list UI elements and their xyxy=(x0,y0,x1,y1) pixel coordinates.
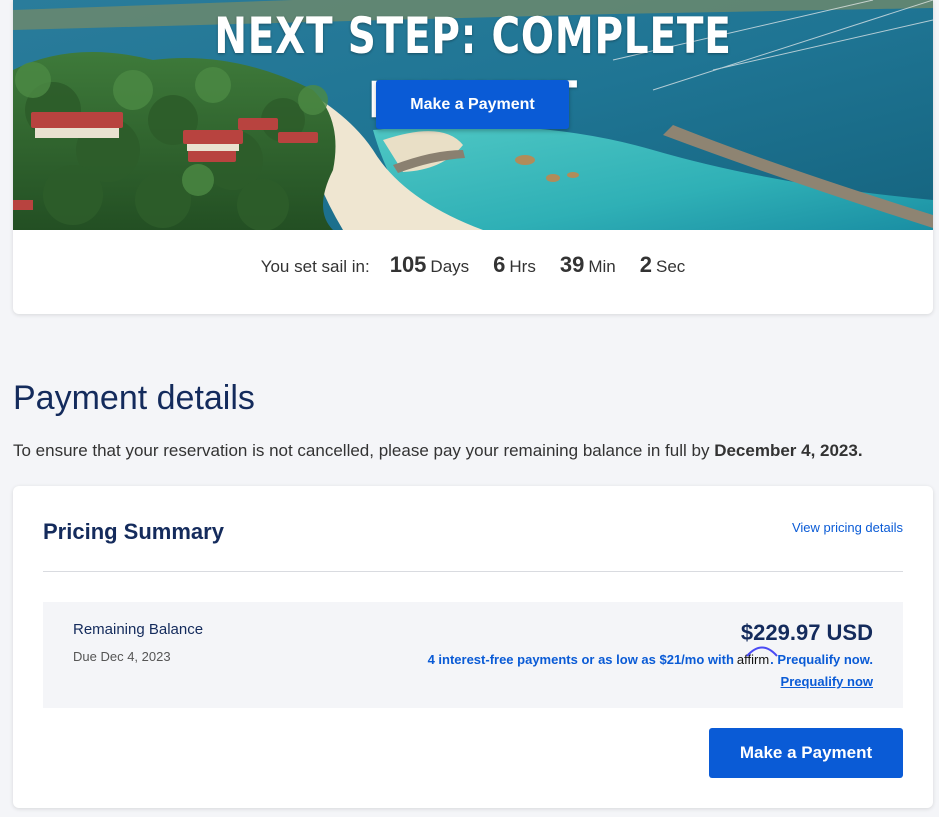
remaining-balance-label: Remaining Balance xyxy=(73,621,204,638)
countdown-minutes-value: 39 xyxy=(559,252,585,277)
due-date: Due Dec 4, 2023 xyxy=(73,649,171,664)
balance-amount: $229.97 USD xyxy=(740,620,873,645)
payment-deadline-note: To ensure that your reservation is not c… xyxy=(13,441,863,461)
make-payment-button[interactable]: Make a Payment xyxy=(709,728,903,778)
affirm-offer[interactable]: 4 interest-free payments or as low as $2… xyxy=(427,646,873,667)
countdown-hours-value: 6 xyxy=(493,252,506,277)
sail-countdown: You set sail in: 105 Days 6 Hrs 39 Min 2… xyxy=(13,252,933,278)
remaining-balance-box: Remaining Balance Due Dec 4, 2023 $229.9… xyxy=(43,602,903,708)
affirm-logo: affirm xyxy=(737,646,778,667)
affirm-offer-text: 4 interest-free payments or as low as $2… xyxy=(427,652,734,667)
countdown-hours-unit: Hrs xyxy=(509,257,536,276)
payment-note-text: To ensure that your reservation is not c… xyxy=(13,441,710,460)
payment-deadline-date: December 4, 2023. xyxy=(714,441,863,460)
countdown-minutes-unit: Min xyxy=(588,257,616,276)
prequalify-now-link[interactable]: Prequalify now xyxy=(781,674,873,689)
pricing-summary-card: Pricing Summary View pricing details Rem… xyxy=(13,486,933,808)
countdown-days-value: 105 xyxy=(389,252,427,277)
countdown-seconds-value: 2 xyxy=(639,252,652,277)
hero-banner: NEXT STEP: COMPLETE PAYMENT Make a Payme… xyxy=(13,0,933,230)
divider xyxy=(43,571,903,572)
payment-details-title: Payment details xyxy=(13,379,255,417)
view-pricing-details-link[interactable]: View pricing details xyxy=(792,520,903,535)
countdown-seconds-unit: Sec xyxy=(656,257,686,276)
countdown-label: You set sail in: xyxy=(260,257,370,276)
affirm-prequalify-text: . Prequalify now. xyxy=(770,652,873,667)
pricing-summary-title: Pricing Summary xyxy=(43,519,224,544)
hero-make-payment-button[interactable]: Make a Payment xyxy=(376,80,569,129)
top-card: NEXT STEP: COMPLETE PAYMENT Make a Payme… xyxy=(13,0,933,314)
countdown-days-unit: Days xyxy=(430,257,470,276)
affirm-arc-icon xyxy=(746,646,778,657)
